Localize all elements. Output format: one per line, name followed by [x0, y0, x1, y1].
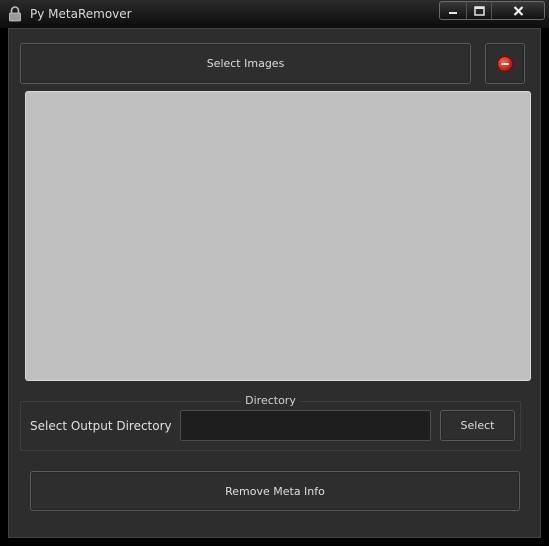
minimize-icon — [449, 11, 457, 14]
window-controls — [439, 1, 545, 20]
title-bar[interactable]: Py MetaRemover — [0, 0, 549, 28]
window-title: Py MetaRemover — [30, 7, 132, 21]
close-icon — [513, 5, 523, 16]
image-list[interactable] — [25, 91, 531, 381]
directory-group-title: Directory — [21, 394, 520, 407]
select-images-label: Select Images — [206, 57, 285, 70]
select-images-button[interactable]: Select Images — [20, 43, 471, 84]
output-directory-label: Select Output Directory — [30, 419, 172, 433]
maximize-button[interactable] — [467, 2, 492, 19]
directory-group: Directory Select Output Directory Select — [20, 394, 521, 451]
output-directory-input[interactable] — [180, 410, 431, 441]
lock-icon — [9, 6, 21, 22]
select-directory-button[interactable]: Select — [440, 410, 515, 441]
minimize-button[interactable] — [440, 2, 467, 19]
close-button[interactable] — [492, 2, 544, 19]
remove-circle-icon — [497, 55, 513, 72]
remove-meta-info-label: Remove Meta Info — [225, 484, 325, 498]
select-directory-label: Select — [460, 419, 495, 432]
app-window: Py MetaRemover Select Images Directory S… — [0, 0, 549, 546]
maximize-icon — [473, 5, 485, 16]
remove-meta-info-button[interactable]: Remove Meta Info — [30, 471, 520, 511]
main-panel: Select Images Directory Select Output Di… — [8, 28, 541, 538]
clear-images-button[interactable] — [485, 43, 525, 84]
